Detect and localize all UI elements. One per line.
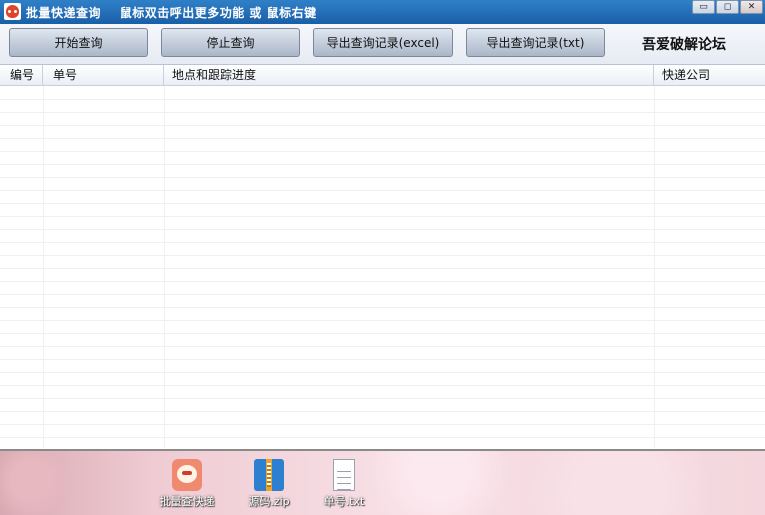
table-row[interactable] [0,385,765,399]
desktop-icon-app[interactable]: 批量查快递 [159,459,215,509]
table-row[interactable] [0,424,765,438]
table-row[interactable] [0,177,765,191]
desktop-icon-label: 批量查快递 [159,495,215,508]
table-row[interactable] [0,346,765,360]
table-row[interactable] [0,190,765,204]
fox-app-icon[interactable] [4,3,21,20]
fox-app-icon [172,459,202,491]
stop-query-button[interactable]: 停止查询 [161,28,300,57]
column-header-progress[interactable]: 地点和跟踪进度 [164,65,654,85]
export-txt-button[interactable]: 导出查询记录(txt) [466,28,605,57]
table-row[interactable] [0,125,765,139]
zip-archive-icon [254,459,284,491]
desktop-icon-zip[interactable]: 源码.zip [244,459,294,509]
table-row[interactable] [0,151,765,165]
text-file-icon [333,459,355,491]
table-row[interactable] [0,320,765,334]
window-title: 批量快递查询 鼠标双击呼出更多功能 或 鼠标右键 [26,6,317,20]
table-row[interactable] [0,112,765,126]
close-button[interactable]: ✕ [740,0,763,14]
table-row[interactable] [0,242,765,256]
table-row[interactable] [0,99,765,113]
table-row[interactable] [0,229,765,243]
table-row[interactable] [0,372,765,386]
column-divider [43,86,44,448]
table-row[interactable] [0,359,765,373]
column-header-courier[interactable]: 快递公司 [654,65,765,85]
table-row[interactable] [0,255,765,269]
table-header: 编号 单号 地点和跟踪进度 快递公司 [0,65,765,86]
column-divider [654,86,655,448]
column-header-number[interactable]: 编号 [0,65,43,85]
table-row[interactable] [0,164,765,178]
window-controls: ▭ ◻ ✕ [692,0,763,14]
table-row[interactable] [0,216,765,230]
brand-label: 吾爱破解论坛 [642,37,726,53]
desktop-icon-label: 源码.zip [248,495,290,508]
app-window: 批量快递查询 鼠标双击呼出更多功能 或 鼠标右键 ▭ ◻ ✕ 开始查询 停止查询… [0,0,765,451]
column-header-tracking-no[interactable]: 单号 [43,65,164,85]
desktop-icon-label: 单号.txt [323,495,365,508]
desktop-background: 批量查快递 源码.zip 单号.txt [0,451,765,515]
table-row[interactable] [0,294,765,308]
table-row[interactable] [0,138,765,152]
table-row[interactable] [0,398,765,412]
table-row[interactable] [0,333,765,347]
start-query-button[interactable]: 开始查询 [9,28,148,57]
title-bar[interactable]: 批量快递查询 鼠标双击呼出更多功能 或 鼠标右键 ▭ ◻ ✕ [0,0,765,24]
desktop-icon-txt[interactable]: 单号.txt [319,459,369,509]
table-row[interactable] [0,86,765,100]
table-row[interactable] [0,268,765,282]
export-excel-button[interactable]: 导出查询记录(excel) [313,28,453,57]
maximize-button[interactable]: ◻ [716,0,739,14]
table-row[interactable] [0,411,765,425]
table-body[interactable] [0,86,765,448]
table-row[interactable] [0,203,765,217]
results-table[interactable]: 编号 单号 地点和跟踪进度 快递公司 [0,64,765,448]
table-row[interactable] [0,307,765,321]
minimize-button[interactable]: ▭ [692,0,715,14]
table-row[interactable] [0,281,765,295]
column-divider [164,86,165,448]
